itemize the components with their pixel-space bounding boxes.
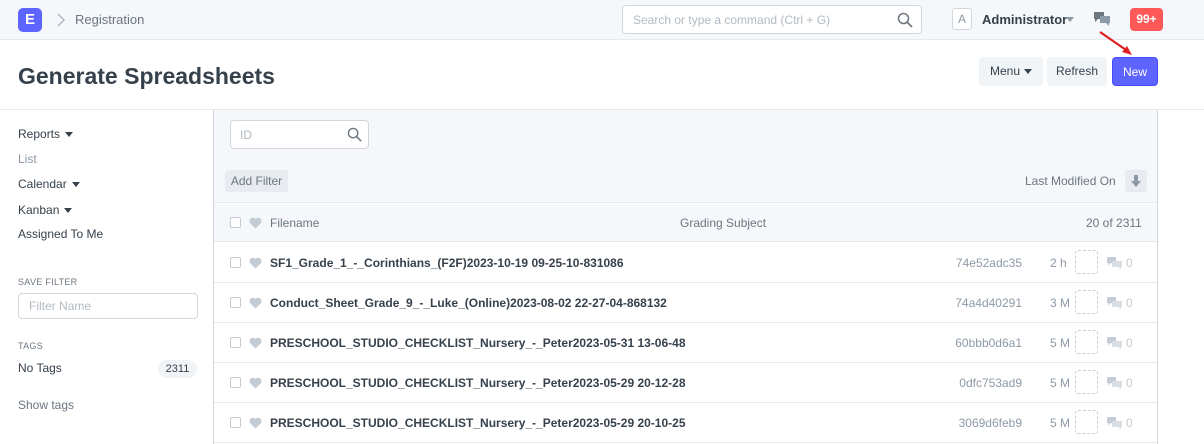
comments-icon: [1107, 297, 1122, 310]
comments-icon: [1107, 337, 1122, 350]
heart-icon[interactable]: [249, 417, 262, 429]
filter-area: Add Filter Last Modified On: [214, 110, 1157, 203]
row-comment-count: 0: [1126, 336, 1133, 350]
filter-name-field[interactable]: [18, 293, 198, 319]
menu-label: Menu: [989, 64, 1021, 78]
sidebar-item-no-tags[interactable]: No Tags: [18, 361, 62, 375]
list-row[interactable]: PRESCHOOL_STUDIO_CHECKLIST_Nursery_-_Pet…: [214, 403, 1157, 443]
list-row[interactable]: PRESCHOOL_STUDIO_CHECKLIST_Nursery_-_Pet…: [214, 323, 1157, 363]
save-filter-label: SAVE FILTER: [18, 277, 78, 287]
refresh-button[interactable]: Refresh: [1047, 57, 1107, 86]
page-title: Generate Spreadsheets: [18, 63, 275, 89]
heart-icon[interactable]: [249, 377, 262, 389]
heart-icon[interactable]: [249, 257, 262, 269]
row-comment-count: 0: [1126, 256, 1133, 270]
breadcrumb[interactable]: Registration: [75, 12, 144, 27]
caret-down-icon: [65, 132, 74, 138]
list-row[interactable]: SF1_Grade_1_-_Corinthians_(F2F)2023-10-1…: [214, 243, 1157, 283]
row-id: 74e52adc35: [955, 256, 1022, 270]
heart-icon[interactable]: [249, 297, 262, 309]
row-checkbox[interactable]: [230, 377, 241, 388]
awesomebar[interactable]: [622, 5, 922, 34]
sort-selector[interactable]: Last Modified On: [1025, 174, 1116, 188]
row-id: 3069d6feb9: [958, 416, 1022, 430]
row-id: 74a4d40291: [955, 296, 1022, 310]
caret-down-icon: [1024, 69, 1033, 75]
search-input[interactable]: [623, 6, 893, 33]
comments-icon: [1107, 417, 1122, 430]
row-checkbox[interactable]: [230, 417, 241, 428]
menu-button[interactable]: Menu: [979, 57, 1043, 86]
column-header-filename: Filename: [270, 216, 320, 230]
caret-down-icon[interactable]: [1066, 17, 1074, 22]
sort-order-button[interactable]: [1125, 170, 1147, 192]
sidebar-item-label: Kanban: [18, 203, 60, 217]
sidebar-item-kanban[interactable]: Kanban: [18, 203, 73, 217]
avatar-placeholder: [1075, 370, 1098, 394]
caret-down-icon: [71, 182, 80, 188]
row-modified: 5 M: [1050, 416, 1071, 430]
show-tags-link[interactable]: Show tags: [18, 398, 74, 412]
sidebar-item-calendar[interactable]: Calendar: [18, 177, 80, 191]
top-navbar: E Registration A Administrator 99+: [0, 0, 1204, 40]
row-comment-count: 0: [1126, 416, 1133, 430]
row-comment-count: 0: [1126, 296, 1133, 310]
sidebar-item-list[interactable]: List: [18, 152, 37, 166]
row-id: 0dfc753ad9: [959, 376, 1022, 390]
list-count: 20 of 2311: [1086, 216, 1142, 230]
id-filter-field[interactable]: [230, 120, 369, 149]
heart-icon[interactable]: [249, 337, 262, 349]
list-row[interactable]: Conduct_Sheet_Grade_9_-_Luke_(Online)202…: [214, 283, 1157, 323]
app-logo[interactable]: E: [18, 8, 42, 32]
row-checkbox[interactable]: [230, 257, 241, 268]
tag-count-badge: 2311: [158, 360, 197, 378]
id-filter-input[interactable]: [231, 121, 341, 148]
row-modified: 2 h: [1050, 256, 1067, 270]
row-modified: 5 M: [1050, 376, 1071, 390]
avatar-placeholder: [1075, 290, 1098, 314]
row-filename-link[interactable]: PRESCHOOL_STUDIO_CHECKLIST_Nursery_-_Pet…: [270, 336, 686, 350]
sidebar-item-label: Calendar: [18, 177, 67, 191]
list-panel: Add Filter Last Modified On Filename Gra…: [213, 110, 1158, 444]
search-icon: [347, 127, 362, 142]
tags-label: TAGS: [18, 341, 44, 351]
new-button[interactable]: New: [1112, 57, 1158, 86]
select-all-checkbox[interactable]: [230, 217, 241, 228]
row-filename-link[interactable]: PRESCHOOL_STUDIO_CHECKLIST_Nursery_-_Pet…: [270, 376, 686, 390]
row-modified: 3 M: [1050, 296, 1071, 310]
avatar-placeholder: [1075, 250, 1098, 274]
row-filename-link[interactable]: SF1_Grade_1_-_Corinthians_(F2F)2023-10-1…: [270, 256, 624, 270]
chevron-right-icon: [57, 13, 66, 27]
sidebar-item-assigned-to-me[interactable]: Assigned To Me: [18, 227, 103, 241]
add-filter-button[interactable]: Add Filter: [225, 170, 288, 192]
row-checkbox[interactable]: [230, 337, 241, 348]
sidebar-item-label: Reports: [18, 127, 61, 141]
row-id: 60bbb0d6a1: [955, 336, 1022, 350]
list-header: Filename Grading Subject 20 of 2311: [214, 204, 1157, 242]
annotation-arrow-icon: [1099, 31, 1132, 55]
search-icon: [897, 12, 913, 28]
row-comment-count: 0: [1126, 376, 1133, 390]
comments-icon: [1107, 257, 1122, 270]
filter-name-input[interactable]: [19, 294, 189, 318]
sidebar-item-reports[interactable]: Reports: [18, 127, 74, 141]
avatar-placeholder: [1075, 410, 1098, 434]
row-checkbox[interactable]: [230, 297, 241, 308]
list-row[interactable]: PRESCHOOL_STUDIO_CHECKLIST_Nursery_-_Pet…: [214, 363, 1157, 403]
arrow-down-icon: [1131, 175, 1141, 187]
row-modified: 5 M: [1050, 336, 1071, 350]
caret-down-icon: [64, 208, 73, 214]
avatar-placeholder: [1075, 330, 1098, 354]
row-filename-link[interactable]: Conduct_Sheet_Grade_9_-_Luke_(Online)202…: [270, 296, 667, 310]
comments-icon[interactable]: [1093, 11, 1111, 27]
row-filename-link[interactable]: PRESCHOOL_STUDIO_CHECKLIST_Nursery_-_Pet…: [270, 416, 686, 430]
user-menu[interactable]: Administrator: [982, 12, 1067, 27]
comments-icon: [1107, 377, 1122, 390]
avatar[interactable]: A: [952, 8, 972, 30]
heart-icon[interactable]: [249, 217, 262, 229]
column-header-grading-subject: Grading Subject: [680, 216, 767, 230]
